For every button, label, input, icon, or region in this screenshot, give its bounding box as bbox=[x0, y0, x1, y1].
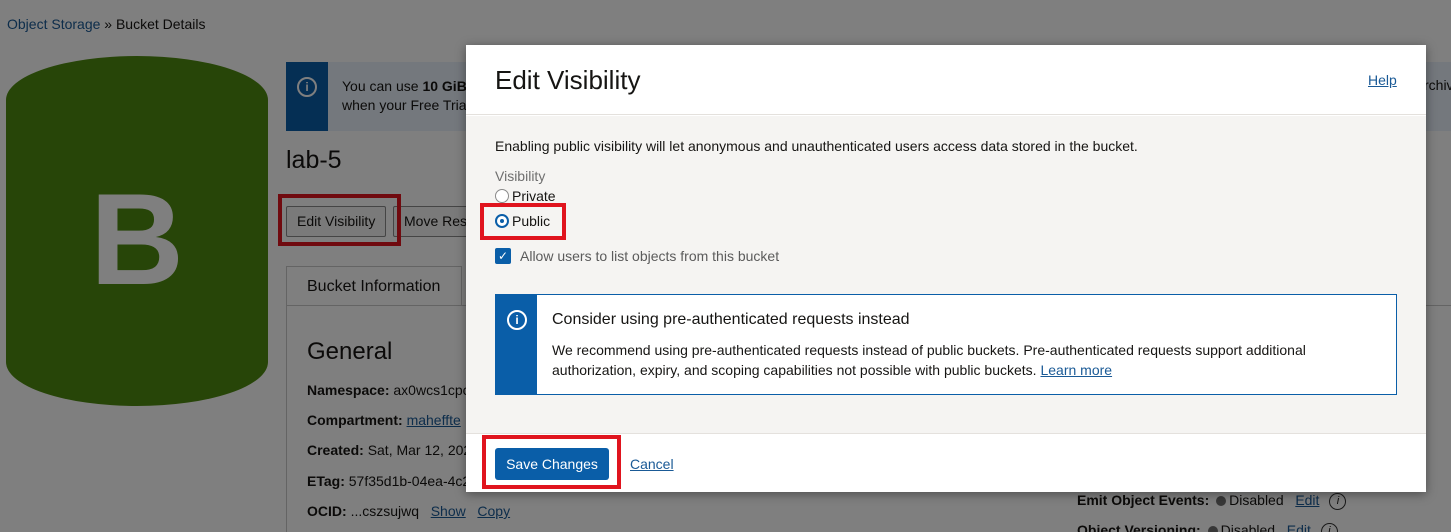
dialog-description: Enabling public visibility will let anon… bbox=[495, 138, 1138, 154]
notice-body: We recommend using pre-authenticated req… bbox=[552, 340, 1372, 380]
learn-more-link[interactable]: Learn more bbox=[1040, 362, 1112, 378]
par-notice: i Consider using pre-authenticated reque… bbox=[495, 294, 1397, 395]
radio-private[interactable]: Private bbox=[495, 188, 556, 204]
checkbox-checked-icon[interactable]: ✓ bbox=[495, 248, 511, 265]
allow-list-objects[interactable]: ✓ Allow users to list objects from this b… bbox=[495, 248, 779, 265]
highlight-public-radio bbox=[480, 203, 566, 240]
notice-sidebar: i bbox=[496, 295, 537, 394]
notice-title: Consider using pre-authenticated request… bbox=[552, 311, 910, 328]
cancel-link[interactable]: Cancel bbox=[630, 456, 674, 472]
edit-visibility-dialog: Edit Visibility Help Enabling public vis… bbox=[466, 45, 1426, 492]
help-link[interactable]: Help bbox=[1368, 72, 1397, 88]
dialog-header: Edit Visibility Help bbox=[466, 45, 1426, 115]
dialog-title: Edit Visibility bbox=[495, 65, 641, 95]
info-icon: i bbox=[507, 310, 527, 330]
notice-text: We recommend using pre-authenticated req… bbox=[552, 342, 1306, 378]
radio-private-button[interactable] bbox=[495, 189, 509, 204]
radio-private-label: Private bbox=[512, 188, 556, 204]
highlight-save-changes bbox=[482, 435, 621, 489]
allow-list-label: Allow users to list objects from this bu… bbox=[520, 248, 780, 264]
visibility-label: Visibility bbox=[495, 168, 546, 184]
